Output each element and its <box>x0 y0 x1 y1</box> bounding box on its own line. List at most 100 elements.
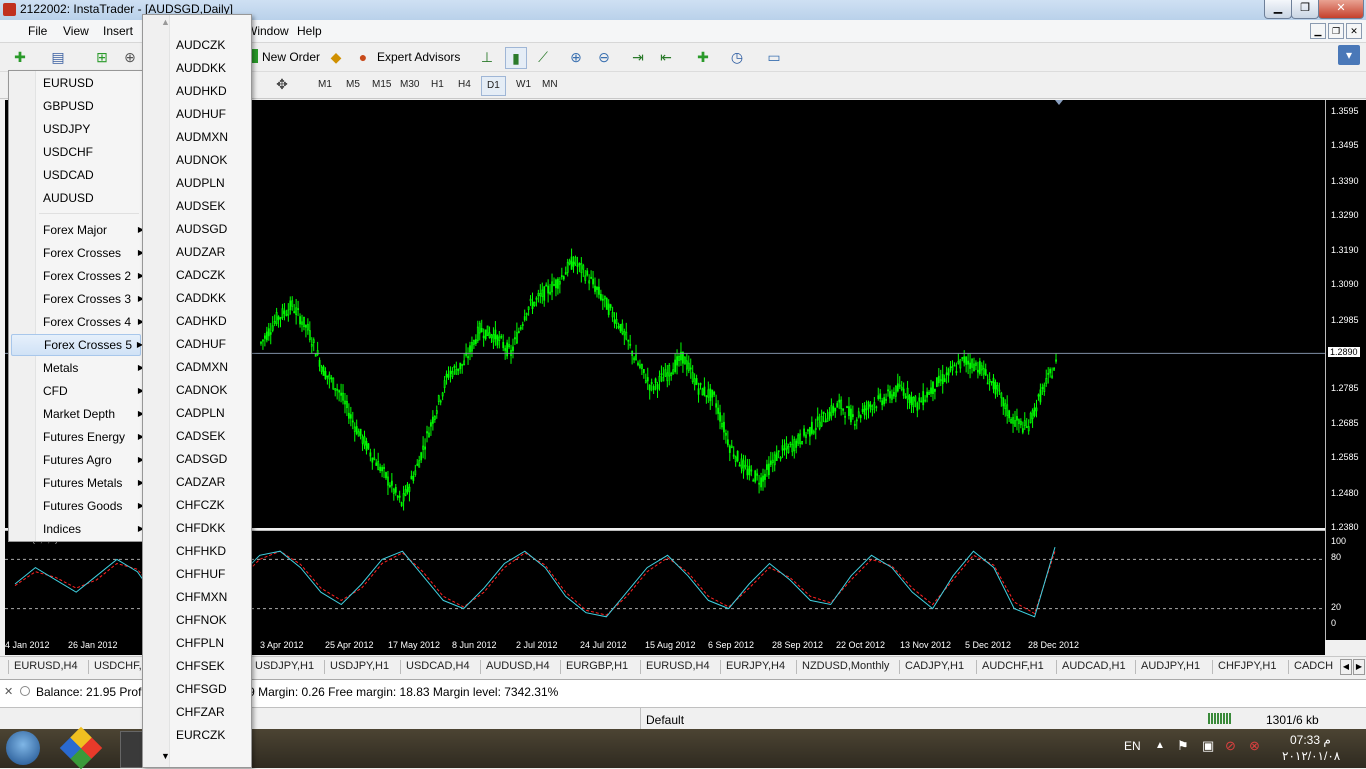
candlestick-icon[interactable]: ▮ <box>505 47 527 69</box>
submenu-symbol-item[interactable]: CHFHUF <box>176 563 225 586</box>
timeframe-m5[interactable]: M5 <box>341 76 365 94</box>
mdi-restore-button[interactable]: ❐ <box>1328 23 1344 39</box>
scroll-up-icon[interactable]: ▲ <box>161 17 170 27</box>
zoom-out-icon[interactable]: ⊖ <box>594 47 614 67</box>
submenu-symbol-item[interactable]: CADSGD <box>176 448 227 471</box>
timeframe-m30[interactable]: M30 <box>395 76 424 94</box>
expert-advisors-button[interactable]: Expert Advisors <box>377 50 460 64</box>
symbol-group-forex-crosses[interactable]: Forex Crosses ▶ <box>35 242 144 264</box>
mdi-close-button[interactable]: ✕ <box>1346 23 1362 39</box>
close-button[interactable]: ✕ <box>1318 0 1364 19</box>
timeframe-d1[interactable]: D1 <box>481 76 506 96</box>
submenu-symbol-item[interactable]: AUDCZK <box>176 34 225 57</box>
symbol-menu-item[interactable]: USDCHF <box>35 141 141 163</box>
chart-tab[interactable]: AUDJPY,H1 <box>1141 660 1200 672</box>
chart-tab[interactable]: AUDCAD,H1 <box>1062 660 1126 672</box>
mdi-minimize-button[interactable]: ▁ <box>1310 23 1326 39</box>
symbol-menu-item[interactable]: GBPUSD <box>35 95 141 117</box>
symbol-menu-item[interactable]: USDJPY <box>35 118 141 140</box>
tab-scroll-right[interactable]: ▶ <box>1353 659 1365 675</box>
chart-tab[interactable]: EURUSD,H4 <box>14 660 78 672</box>
submenu-symbol-item[interactable]: AUDSGD <box>176 218 227 241</box>
chart-tab[interactable]: USDCAD,H4 <box>406 660 470 672</box>
menu-help[interactable]: Help <box>297 24 322 38</box>
chart-tab[interactable]: EURJPY,H4 <box>726 660 785 672</box>
chart-tab[interactable]: EURUSD,H4 <box>646 660 710 672</box>
menu-view[interactable]: View <box>63 24 89 38</box>
timeframe-m1[interactable]: M1 <box>313 76 337 94</box>
submenu-symbol-item[interactable]: CHFMXN <box>176 586 227 609</box>
taskbar-app-icon[interactable] <box>59 726 103 769</box>
submenu-symbol-item[interactable]: AUDDKK <box>176 57 226 80</box>
expert-advisors-icon[interactable]: ● <box>353 47 373 67</box>
symbol-group-forex-crosses-3[interactable]: Forex Crosses 3 ▶ <box>35 288 144 310</box>
crosshair-icon[interactable]: ⊕ <box>120 47 140 67</box>
indicators-icon[interactable]: ✚ <box>693 47 713 67</box>
menu-file[interactable]: File <box>28 24 47 38</box>
submenu-symbol-item[interactable]: CHFSEK <box>176 655 225 678</box>
zoom-in-icon[interactable]: ⊕ <box>566 47 586 67</box>
submenu-symbol-item[interactable]: CADHKD <box>176 310 227 333</box>
submenu-symbol-item[interactable]: CHFNOK <box>176 609 227 632</box>
profiles-icon[interactable]: ▤ <box>48 47 68 67</box>
submenu-symbol-item[interactable]: AUDSEK <box>176 195 225 218</box>
menu-insert[interactable]: Insert <box>103 24 133 38</box>
chart-tab[interactable]: CADCH <box>1294 660 1333 672</box>
bar-chart-icon[interactable]: ⊥ <box>477 47 497 67</box>
symbol-menu-item[interactable]: USDCAD <box>35 164 141 186</box>
submenu-symbol-item[interactable]: CHFDKK <box>176 517 225 540</box>
submenu-symbol-item[interactable]: CADDKK <box>176 287 226 310</box>
symbol-group-indices[interactable]: Indices ▶ <box>35 518 144 540</box>
minimize-button[interactable]: ▁ <box>1264 0 1292 19</box>
submenu-symbol-item[interactable]: CADHUF <box>176 333 226 356</box>
submenu-symbol-item[interactable]: CADZAR <box>176 471 225 494</box>
symbol-group-market-depth[interactable]: Market Depth ▶ <box>35 403 144 425</box>
submenu-symbol-item[interactable]: CADSEK <box>176 425 225 448</box>
close-terminal-icon[interactable]: ✕ <box>4 685 13 698</box>
tray-arrow-icon[interactable]: ▲ <box>1155 740 1165 751</box>
line-chart-icon[interactable]: ⟋ <box>533 47 553 67</box>
submenu-symbol-item[interactable]: EURCZK <box>176 724 225 747</box>
warning-icon[interactable]: ◆ <box>326 47 346 67</box>
maximize-button[interactable]: ❐ <box>1291 0 1319 19</box>
submenu-symbol-item[interactable]: CADMXN <box>176 356 228 379</box>
chart-tab[interactable]: AUDUSD,H4 <box>486 660 550 672</box>
symbol-group-metals[interactable]: Metals ▶ <box>35 357 144 379</box>
alert-icon[interactable]: ⊗ <box>1249 738 1260 754</box>
start-button[interactable] <box>6 731 40 765</box>
symbol-group-forex-major[interactable]: Forex Major ▶ <box>35 219 144 241</box>
tab-scroll-left[interactable]: ◀ <box>1340 659 1352 675</box>
submenu-symbol-item[interactable]: AUDNOK <box>176 149 227 172</box>
periods-icon[interactable]: ◷ <box>727 47 747 67</box>
symbol-group-futures-metals[interactable]: Futures Metals ▶ <box>35 472 144 494</box>
menu-window[interactable]: Window <box>246 24 289 38</box>
symbol-group-futures-agro[interactable]: Futures Agro ▶ <box>35 449 144 471</box>
templates-icon[interactable]: ▭ <box>764 47 784 67</box>
symbol-group-cfd[interactable]: CFD ▶ <box>35 380 144 402</box>
chart-tab[interactable]: USDJPY,H1 <box>255 660 314 672</box>
submenu-symbol-item[interactable]: CHFPLN <box>176 632 224 655</box>
symbol-menu-item[interactable]: EURUSD <box>35 72 141 94</box>
clock-date[interactable]: ٢٠١٢/٠١/٠٨ <box>1282 749 1340 763</box>
network-icon[interactable]: ▣ <box>1202 738 1214 754</box>
submenu-symbol-item[interactable]: AUDHUF <box>176 103 226 126</box>
market-watch-icon[interactable]: ⊞ <box>92 47 112 67</box>
language-indicator[interactable]: EN <box>1124 739 1141 753</box>
symbol-group-forex-crosses-2[interactable]: Forex Crosses 2 ▶ <box>35 265 144 287</box>
autoscroll-icon[interactable]: ⇤ <box>656 47 676 67</box>
chart-shift-icon[interactable]: ⇥ <box>628 47 648 67</box>
submenu-symbol-item[interactable]: CADPLN <box>176 402 225 425</box>
symbol-menu-item[interactable]: AUDUSD <box>35 187 141 209</box>
submenu-symbol-item[interactable]: AUDPLN <box>176 172 225 195</box>
symbol-group-forex-crosses-5[interactable]: Forex Crosses 5 ▶ <box>11 334 143 356</box>
submenu-symbol-item[interactable]: AUDZAR <box>176 241 225 264</box>
timeframe-m15[interactable]: M15 <box>367 76 396 94</box>
symbol-group-futures-energy[interactable]: Futures Energy ▶ <box>35 426 144 448</box>
flag-icon[interactable]: ⚑ <box>1177 738 1189 754</box>
chart-tab[interactable]: CADJPY,H1 <box>905 660 964 672</box>
chart-tab[interactable]: CHFJPY,H1 <box>1218 660 1276 672</box>
submenu-symbol-item[interactable]: CHFCZK <box>176 494 225 517</box>
chart-tab[interactable]: EURGBP,H1 <box>566 660 628 672</box>
submenu-symbol-item[interactable]: CADCZK <box>176 264 225 287</box>
timeframe-h1[interactable]: H1 <box>426 76 449 94</box>
